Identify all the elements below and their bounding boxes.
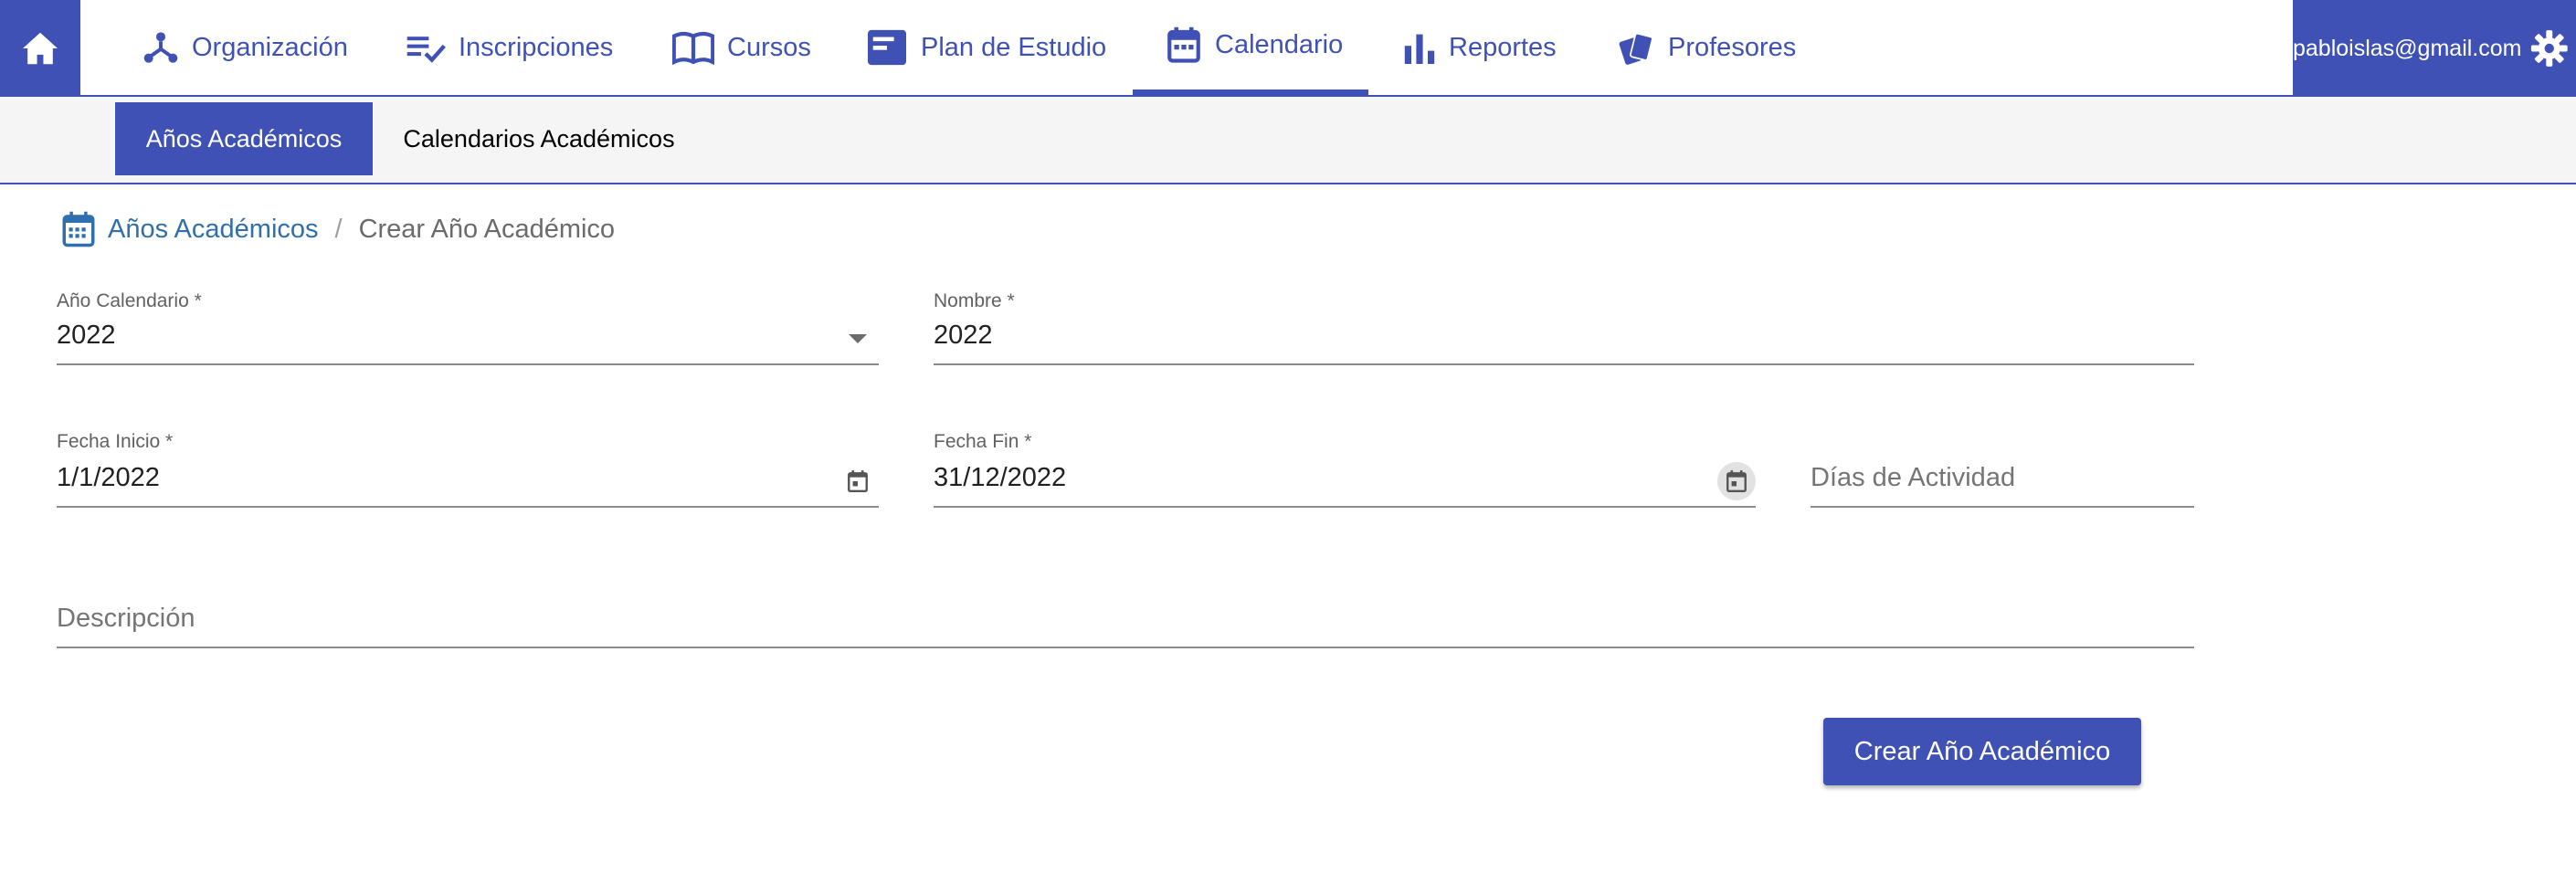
- nav-item-label: Profesores: [1668, 32, 1797, 62]
- nav-item-label: Inscripciones: [459, 32, 614, 62]
- nav-item-cursos[interactable]: Cursos: [672, 0, 811, 95]
- subtab-anios-academicos[interactable]: Años Académicos: [115, 102, 373, 175]
- fecha-inicio-label: Fecha Inicio *: [57, 431, 174, 452]
- dias-actividad-field[interactable]: Días de Actividad: [1811, 431, 2194, 508]
- calendar-icon: [62, 211, 95, 247]
- nav-item-label: Reportes: [1449, 32, 1557, 62]
- fecha-fin-label: Fecha Fin *: [934, 431, 1032, 452]
- calendar-icon: [1167, 26, 1200, 63]
- nav-item-calendario[interactable]: Calendario: [1133, 0, 1368, 95]
- nav-item-profesores[interactable]: Profesores: [1617, 0, 1796, 95]
- breadcrumb-separator: /: [334, 214, 343, 244]
- anio-calendario-select[interactable]: Año Calendario * 2022: [57, 290, 879, 365]
- cards-icon: [1619, 32, 1653, 65]
- nav-item-label: Cursos: [727, 32, 811, 62]
- checklist-icon: [406, 37, 446, 63]
- calendar-picker-icon[interactable]: [844, 468, 871, 495]
- gear-icon[interactable]: [2530, 28, 2569, 68]
- home-icon: [23, 32, 58, 65]
- nombre-field[interactable]: Nombre * 2022: [934, 290, 2194, 365]
- book-icon: [672, 31, 714, 65]
- study-plan-icon: [868, 29, 906, 66]
- sub-navbar: Años Académicos Calendarios Académicos: [0, 97, 2576, 184]
- nav-item-plan-de-estudio[interactable]: Plan de Estudio: [866, 0, 1106, 95]
- dropdown-arrow-icon[interactable]: [844, 325, 871, 352]
- calendar-picker-icon[interactable]: [1717, 462, 1756, 500]
- nombre-label: Nombre *: [934, 290, 1015, 311]
- user-email: pabloislas@gmail.com: [2293, 35, 2522, 61]
- subtab-label: Años Académicos: [145, 124, 343, 153]
- breadcrumb-current: Crear Año Académico: [358, 214, 616, 244]
- descripcion-field[interactable]: Descripción: [57, 572, 2194, 648]
- organization-icon: [143, 32, 178, 63]
- bar-chart-icon: [1404, 34, 1435, 64]
- nombre-value: 2022: [934, 321, 993, 350]
- nav-item-inscripciones[interactable]: Inscripciones: [406, 0, 613, 95]
- nav-item-reportes[interactable]: Reportes: [1403, 0, 1557, 95]
- descripcion-placeholder: Descripción: [57, 604, 195, 633]
- fecha-inicio-field[interactable]: Fecha Inicio * 1/1/2022: [57, 431, 879, 508]
- fecha-inicio-value: 1/1/2022: [57, 463, 160, 492]
- nav-item-label: Calendario: [1215, 29, 1344, 59]
- user-menu[interactable]: pabloislas@gmail.com: [2293, 0, 2576, 97]
- breadcrumb-link-anios-academicos[interactable]: Años Académicos: [108, 215, 319, 245]
- dias-actividad-placeholder: Días de Actividad: [1811, 463, 2016, 492]
- crear-anio-academico-button[interactable]: Crear Año Académico: [1823, 718, 2141, 785]
- anio-calendario-label: Año Calendario *: [57, 290, 202, 311]
- subtab-calendarios-academicos[interactable]: Calendarios Académicos: [384, 102, 694, 175]
- nav-item-label: Organización: [192, 32, 348, 62]
- nav-item-organizacion[interactable]: Organización: [143, 0, 348, 95]
- fecha-fin-value: 31/12/2022: [934, 463, 1067, 492]
- fecha-fin-field[interactable]: Fecha Fin * 31/12/2022: [934, 431, 1756, 508]
- anio-calendario-value: 2022: [57, 321, 116, 350]
- subtab-label: Calendarios Académicos: [403, 124, 675, 153]
- home-button[interactable]: [0, 0, 80, 97]
- top-navbar: Organización Inscripciones Cursos Plan d…: [0, 0, 2576, 97]
- nav-item-label: Plan de Estudio: [921, 32, 1107, 62]
- breadcrumb: Años Académicos / Crear Año Académico: [60, 208, 615, 250]
